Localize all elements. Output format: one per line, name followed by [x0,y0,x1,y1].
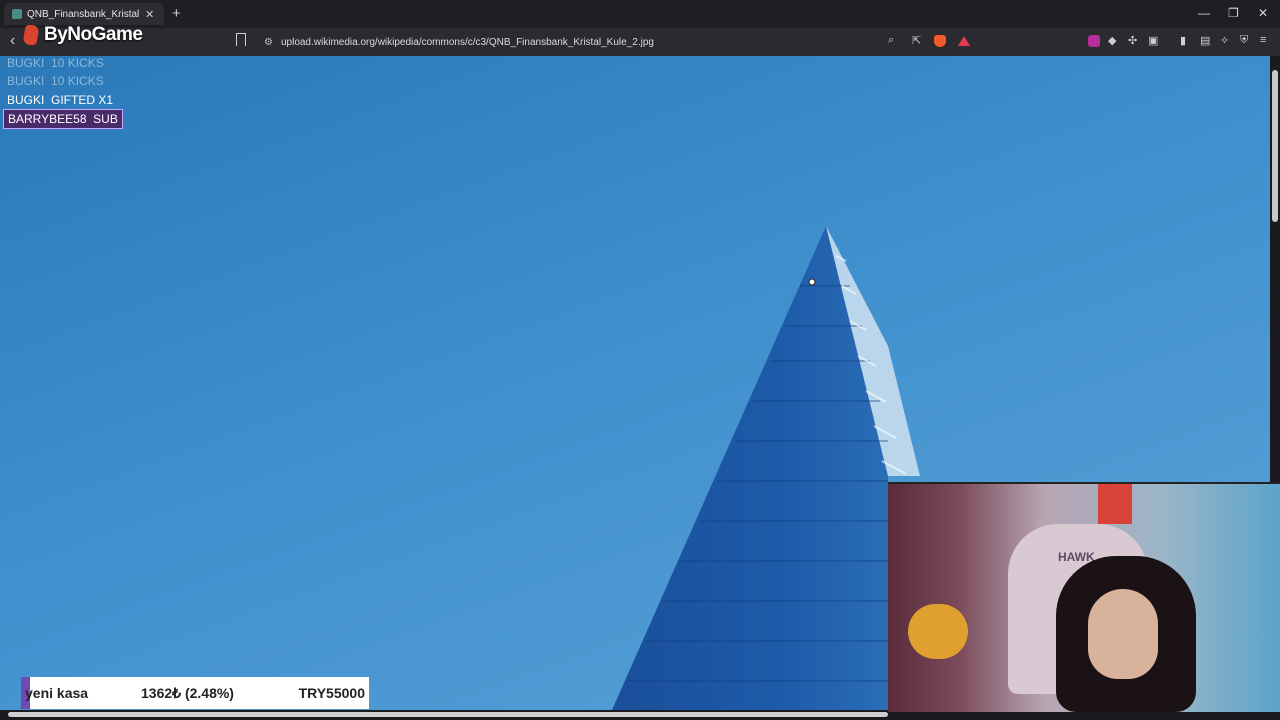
screenshot-icon[interactable]: ▣ [1148,34,1158,47]
sidebar-icon[interactable]: ▮ [1180,34,1186,47]
goal-amount: 1362₺ (2.48%) [141,684,234,701]
tab-favicon-icon [12,9,22,19]
leo-icon[interactable]: ✧ [1220,34,1229,47]
close-window-icon[interactable]: ✕ [1258,6,1268,20]
back-icon[interactable]: ‹ [10,32,15,50]
goal-label: yeni kasa [25,685,89,701]
brave-rewards-icon[interactable] [958,36,970,46]
puzzle-extensions-icon[interactable]: ✣ [1128,34,1137,47]
alert-user: BUGKI [7,74,45,88]
brave-shields-icon[interactable] [934,35,946,47]
minimize-icon[interactable]: — [1198,6,1210,20]
restore-icon[interactable]: ❐ [1228,6,1239,20]
bynogame-logo: ByNoGame [22,20,150,50]
plush-toy [908,604,968,659]
alert-action: 10 KICKS [51,74,104,88]
alert-item: BUGKI 10 KICKS [7,72,104,90]
alert-user: BARRYBEE58 [8,112,87,126]
vpn-icon[interactable]: ⛨ [1240,34,1248,47]
vertical-scroll-thumb[interactable] [1272,70,1278,222]
close-tab-icon[interactable]: ✕ [145,8,154,21]
streamer-face [1088,589,1158,679]
extension-diamond-icon[interactable]: ◆ [1108,34,1116,47]
alert-action: 10 KICKS [51,56,104,70]
tab-title: QNB_Finansbank_Kristal_Kule_2... [27,8,139,20]
logo-text: ByNoGame [44,24,143,45]
alert-action: SUB [93,112,118,126]
site-info-icon[interactable]: ⚙ [264,37,273,48]
donation-goal-bar: yeni kasa 1362₺ (2.48%) TRY55000 [21,677,369,709]
url-text: upload.wikimedia.org/wikipedia/commons/c… [280,36,654,48]
alert-user: BUGKI [7,93,45,107]
menu-icon[interactable]: ≡ [1260,34,1266,46]
extension-icon[interactable] [1088,35,1100,47]
wallet-icon[interactable]: ▤ [1200,34,1210,47]
webcam-feed: HAWK [888,482,1280,712]
new-tab-icon[interactable]: + [172,5,181,22]
bynogame-mark-icon [22,25,40,45]
horizontal-scroll-thumb[interactable] [8,712,888,717]
alert-user: BUGKI [7,56,45,70]
share-icon[interactable]: ⇱ [912,34,921,47]
alert-item: BUGKI 10 KICKS [7,54,104,72]
zoom-icon[interactable]: ⌕ [888,34,894,47]
alert-action: GIFTED X1 [51,93,114,107]
address-bar[interactable]: ⚙ upload.wikimedia.org/wikipedia/commons… [256,32,976,52]
bookmark-icon[interactable] [236,33,246,46]
alert-item-highlight: BARRYBEE58 SUB [3,109,123,129]
goal-target: TRY55000 [298,685,365,701]
figure-box [1098,484,1132,524]
cursor-icon [808,278,816,286]
tab-strip: QNB_Finansbank_Kristal_Kule_2... ✕ + — ❐… [0,0,1280,28]
alert-item: BUGKI GIFTED X1 [7,91,113,109]
